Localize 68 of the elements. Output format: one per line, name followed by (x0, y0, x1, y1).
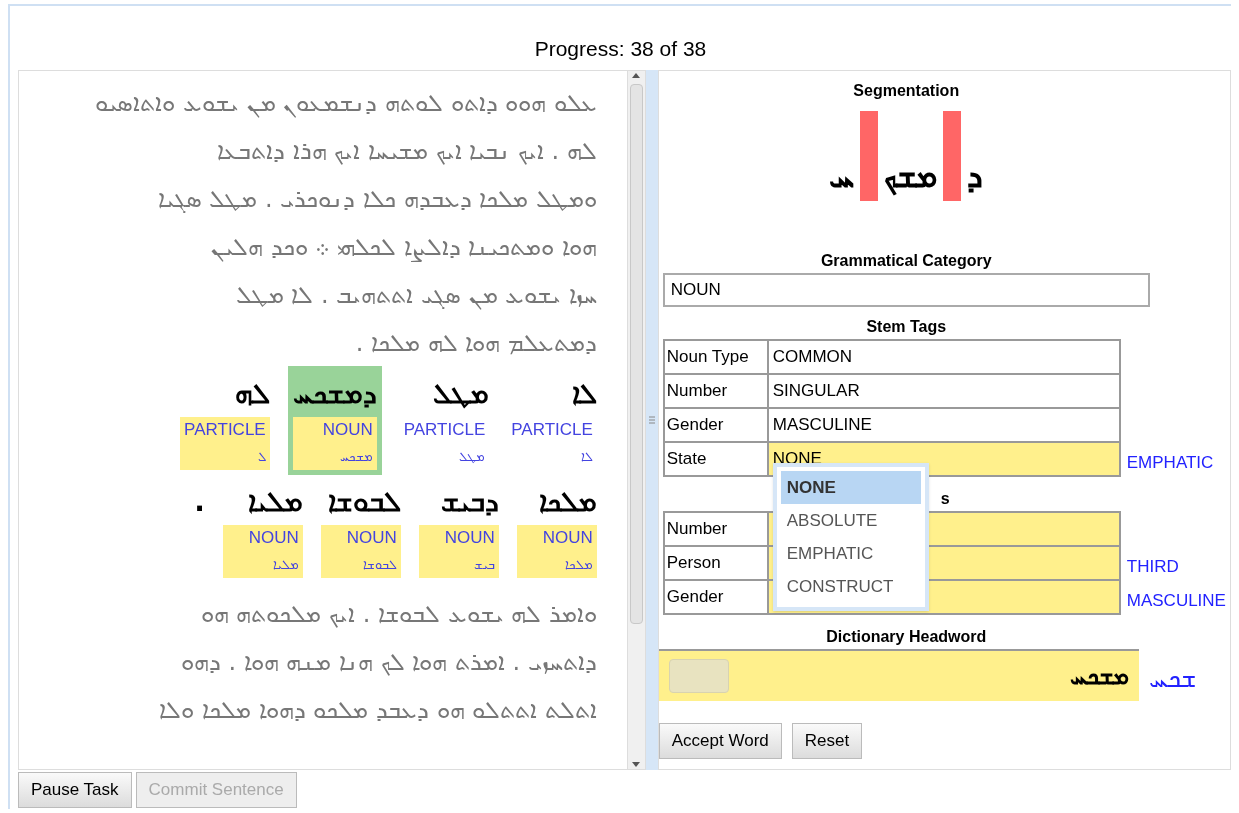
scrollbar-thumb[interactable] (629, 84, 643, 624)
text-line: ܕܡܬܥܠܡ ܗܘܐ ܠܗ ܡܠܟܐ . (355, 329, 597, 357)
field-label: Person (666, 552, 721, 575)
text-line: ܘܐܡܪ ܠܗ ܝܫܘܥ ܠܒܘܫܐ . ܐܝܟ ܡܠܟܘܬܗ ܗܘ (200, 600, 597, 628)
syriac-word[interactable]: ܠܐ (571, 377, 597, 410)
text-line: ܘܡܛܠ ܡܠܟܐ ܕܥܒܕܗ ܟܠܐ ܕܢܘܟܪܝ . ܡܛܠ ܣܓܝܐ (157, 185, 597, 213)
text-line: ܠܗ . ܐܝܟ ܢܒܝܐ ܐܝܟ ܡܫܝܚܐ ܐܝܟ ܗܪܐ ܕܐܬܒܥܐ (217, 137, 597, 165)
syriac-word[interactable]: ܕܡܫܟܚ (292, 377, 377, 410)
pos-label: NOUN (322, 419, 373, 441)
text-line: ܐܬܠܬ ܐܬܬܠܘ ܗܘ ܕܥܒܕ ܡܠܟܘ ܕܗܘܐ ܡܠܟܐ ܘܠܐ (159, 696, 597, 724)
suggestion-link[interactable]: EMPHATIC (1126, 450, 1214, 476)
segment-text: ܡܫܟ (884, 157, 938, 198)
scroll-up-icon[interactable] (632, 73, 641, 78)
segment-text: ܚ (829, 157, 855, 196)
punctuation-mark: . (194, 484, 205, 520)
text-line: ܚܙܐ ܝܫܘܥ ܡܢ ܣܓܝ ܐܬܬܗܝܒ . ܠܐ ܡܛܠ (235, 281, 597, 309)
lemma-text: ܒܝܫ (473, 555, 495, 574)
pos-label: NOUN (444, 527, 495, 549)
pos-label: PARTICLE (511, 419, 593, 441)
scrollbar[interactable] (626, 71, 645, 769)
text-line: ܥܠܘ ܗܘܘ ܕܐܬܘ ܠܘܬܗ ܕܢܫܡܥܘܢ ܡܢ ܝܫܘܥ ܘܐܬܐܣܝܘ (95, 89, 597, 117)
section-heading: Stem Tags (866, 318, 947, 335)
suggestion-link[interactable]: ܫܟܚ (1148, 659, 1197, 698)
category-field[interactable]: NOUN (662, 273, 1150, 307)
section-heading: Segmentation (853, 82, 960, 99)
syriac-word[interactable]: ܠܗ (234, 377, 270, 410)
syriac-word[interactable]: ܠܒܘܫܐ (327, 485, 401, 518)
lemma-text: ܡܠܝܐ (272, 555, 299, 574)
pos-label: NOUN (248, 527, 299, 549)
lemma-text: ܡܛܠ (459, 447, 486, 466)
syriac-word[interactable]: ܡܛܠ (433, 377, 490, 410)
segment-text: ܕ (967, 157, 984, 196)
syriac-word[interactable]: ܡܠܝܐ (247, 485, 303, 518)
dropdown-option[interactable]: EMPHATIC (780, 537, 921, 570)
dropdown-option[interactable]: CONSTRUCT (780, 570, 921, 603)
syriac-word[interactable]: ܕܒܝܫ (440, 485, 499, 518)
lemma-text: ܡܠܟܐ (564, 555, 593, 574)
text-line: ܕܐܬܚܙܝ . ܐܡܪܬ ܗܘܐ ܠܟ ܗܢܐ ܡܢܗ ܗܘܐ . ܕܗܘ (180, 648, 597, 676)
reset-button[interactable]: Reset (791, 723, 863, 759)
pos-label: PARTICLE (184, 419, 266, 441)
field-label: Noun Type (666, 346, 749, 369)
field-label: State (666, 448, 707, 471)
scroll-down-icon[interactable] (632, 762, 641, 767)
suggestion-link[interactable]: THIRD (1126, 554, 1179, 580)
section-heading: s (940, 490, 950, 507)
progress-text: Progress: 38 of 38 (534, 35, 707, 62)
headword-field[interactable]: ܡܫܟܚ (658, 649, 1139, 701)
pos-label: NOUN (346, 527, 397, 549)
section-heading: Dictionary Headword (826, 628, 987, 645)
accept-button[interactable]: Accept Word (658, 723, 782, 759)
dropdown-option[interactable]: ABSOLUTE (780, 504, 921, 537)
field-label: Gender (666, 414, 724, 437)
section-heading: Grammatical Category (820, 252, 992, 269)
lemma-text: ܠܒܘܫܐ (362, 555, 397, 574)
pause-button[interactable]: Pause Task (18, 772, 132, 808)
pos-label: PARTICLE (403, 419, 486, 441)
field-label: Number (666, 518, 728, 541)
field-label: Gender (666, 586, 724, 609)
suggestion-link[interactable]: MASCULINE (1126, 588, 1226, 614)
text-line: ܗܘܐ ܘܡܬܟܝܢܐ ܕܐܠܨܐ ܠܟܠܗܝ ܀ ܘܟܕ ܗܠܝܢ (211, 233, 597, 261)
pos-label: NOUN (542, 527, 593, 549)
syriac-word[interactable]: ܡܠܟܐ (538, 485, 597, 518)
field-label: Number (666, 380, 728, 403)
lemma-text: ܠ (257, 447, 266, 466)
dropdown-option[interactable]: NONE (780, 471, 921, 504)
grip-icon (648, 416, 655, 424)
lemma-text: ܠܐ (580, 447, 593, 466)
lemma-text: ܡܫܟܚ (339, 447, 373, 466)
